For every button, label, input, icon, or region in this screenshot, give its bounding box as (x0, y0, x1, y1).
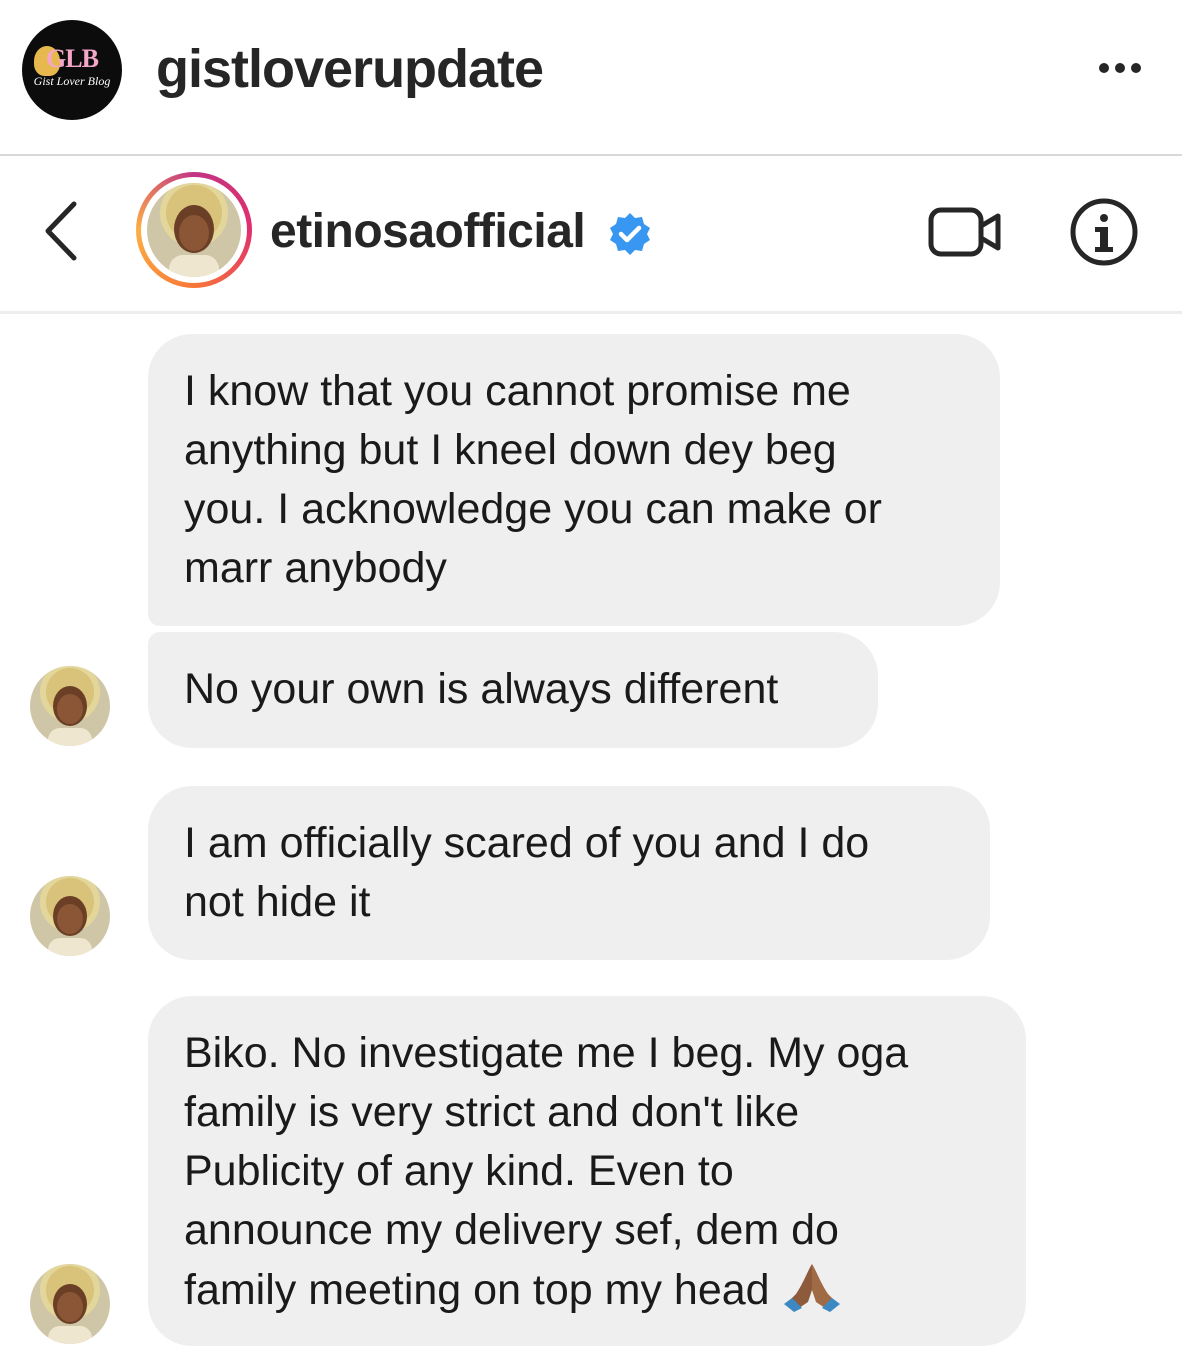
message-bubble[interactable]: No your own is always different (148, 632, 878, 748)
message-thread[interactable]: I know that you cannot promise me anythi… (0, 314, 1182, 1346)
message-bubble[interactable]: I know that you cannot promise me anythi… (148, 334, 1000, 626)
verified-badge-icon (606, 210, 654, 258)
info-icon (1070, 198, 1138, 266)
chevron-left-icon (45, 201, 77, 261)
post-header: GLB Gist Lover Blog gistloverupdate (0, 0, 1182, 155)
sender-avatar[interactable] (30, 876, 110, 956)
post-username[interactable]: gistloverupdate (156, 38, 544, 100)
info-button[interactable] (1068, 196, 1140, 268)
back-button[interactable] (36, 196, 86, 266)
more-options-button[interactable] (1090, 42, 1150, 82)
message-bubble[interactable]: I am officially scared of you and I do n… (148, 786, 990, 960)
sender-avatar[interactable] (30, 1264, 110, 1344)
contact-photo (147, 183, 241, 277)
avatar-logo: GLB (46, 44, 99, 73)
video-call-button[interactable] (928, 202, 1004, 262)
message-bubble[interactable]: Biko. No investigate me I beg. My oga fa… (148, 996, 1026, 1346)
contact-avatar[interactable] (136, 172, 252, 288)
dm-header: etinosaofficial (0, 156, 1182, 311)
avatar-logo-sub: Gist Lover Blog (33, 74, 111, 88)
more-horizontal-icon (1099, 63, 1141, 73)
sender-avatar[interactable] (30, 666, 110, 746)
video-camera-icon (928, 207, 1001, 257)
blog-avatar[interactable]: GLB Gist Lover Blog (22, 20, 122, 120)
folded-hands-emoji-icon (782, 1260, 842, 1312)
contact-username[interactable]: etinosaofficial (270, 204, 586, 259)
